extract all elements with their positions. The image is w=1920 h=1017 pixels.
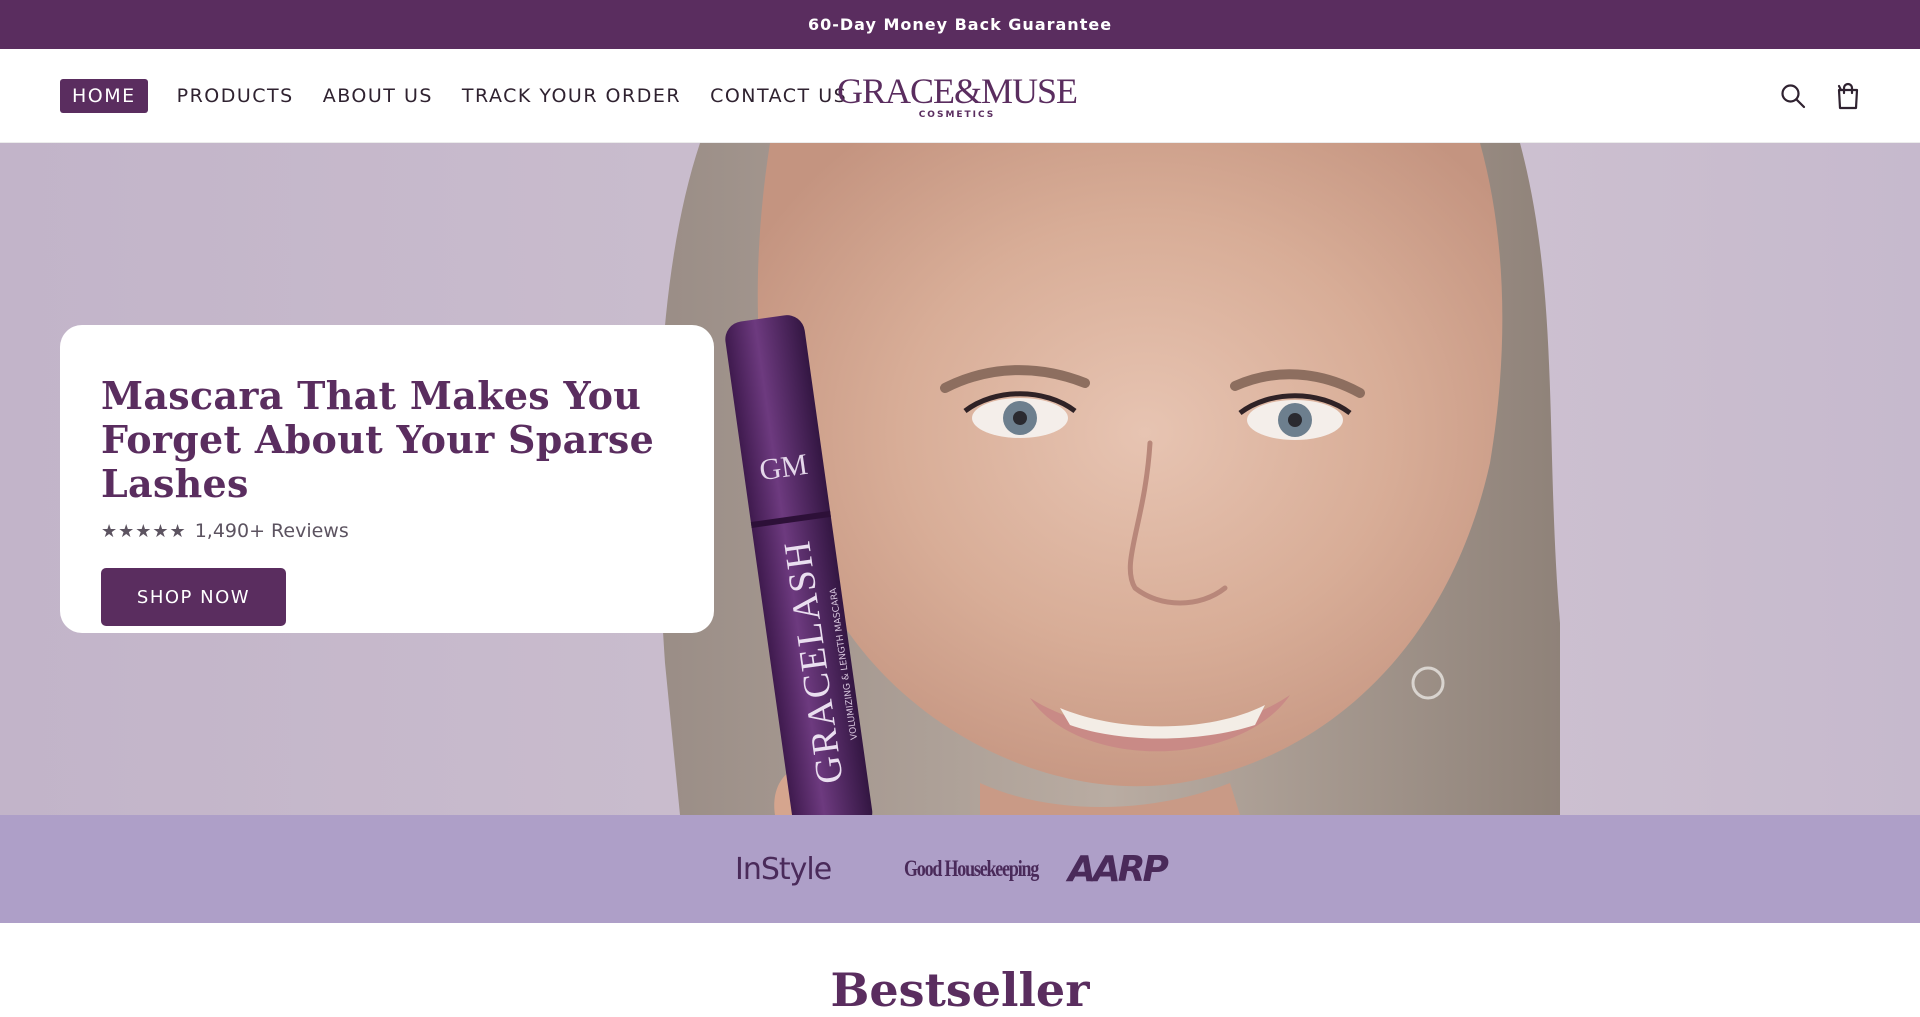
bestseller-heading: Bestseller bbox=[830, 963, 1090, 1017]
nav-item-products[interactable]: PRODUCTS bbox=[165, 79, 306, 113]
nav-item-about-us[interactable]: ABOUT US bbox=[311, 79, 445, 113]
shopping-bag-icon[interactable] bbox=[1834, 82, 1862, 110]
press-logo-aarp: AARP bbox=[1068, 848, 1169, 890]
nav-item-track-order[interactable]: TRACK YOUR ORDER bbox=[450, 79, 693, 113]
hero-rating: ★★★★★ 1,490+ Reviews bbox=[101, 520, 673, 542]
hero-banner: GM GRACELASH VOLUMIZING & LENGTH MASCARA… bbox=[0, 143, 1920, 815]
logo-subtitle: COSMETICS bbox=[918, 110, 996, 120]
announcement-text: 60-Day Money Back Guarantee bbox=[807, 15, 1113, 34]
logo-wordmark: GRACE&MUSE bbox=[836, 71, 1078, 111]
mascara-cap-logo: GM bbox=[757, 448, 809, 487]
search-icon[interactable] bbox=[1779, 82, 1807, 110]
review-count: 1,490+ Reviews bbox=[194, 520, 349, 542]
shop-now-button[interactable]: SHOP NOW bbox=[101, 568, 286, 626]
hero-title: Mascara That Makes You Forget About Your… bbox=[101, 373, 655, 506]
announcement-bar: 60-Day Money Back Guarantee bbox=[0, 0, 1920, 49]
press-logo-instyle: InStyle bbox=[735, 851, 832, 887]
nav-item-home[interactable]: HOME bbox=[60, 79, 148, 113]
hero-card: Mascara That Makes You Forget About Your… bbox=[60, 325, 714, 633]
press-logo-good-housekeeping: Good Housekeeping bbox=[904, 856, 1039, 881]
site-header: HOME PRODUCTS ABOUT US TRACK YOUR ORDER … bbox=[0, 49, 1920, 143]
press-bar: InStyle Good Housekeeping AARP bbox=[0, 815, 1920, 923]
rating-stars-icon: ★★★★★ bbox=[101, 520, 187, 542]
main-nav: HOME PRODUCTS ABOUT US TRACK YOUR ORDER … bbox=[60, 79, 864, 113]
brand-logo[interactable]: GRACE&MUSE COSMETICS bbox=[835, 73, 1079, 120]
